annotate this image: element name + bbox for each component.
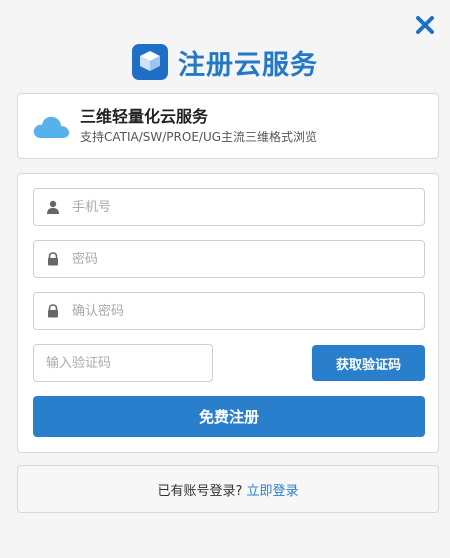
close-button[interactable] — [414, 14, 436, 36]
cloud-icon — [33, 116, 69, 138]
register-button[interactable]: 免费注册 — [33, 396, 425, 437]
dialog-header: 注册云服务 — [0, 42, 450, 82]
lock-icon — [48, 304, 58, 318]
cube-logo-icon — [140, 51, 160, 71]
lock-icon — [48, 252, 58, 266]
get-code-button[interactable]: 获取验证码 — [312, 345, 425, 381]
dialog-title: 注册云服务 — [178, 49, 318, 81]
verify-code-input[interactable] — [46, 348, 206, 378]
verify-code-field[interactable] — [33, 344, 213, 382]
password-field[interactable] — [33, 240, 425, 278]
password-input[interactable] — [72, 244, 412, 274]
confirm-password-field[interactable] — [33, 292, 425, 330]
service-banner: 三维轻量化云服务 支持CATIA/SW/PROE/UG主流三维格式浏览 — [17, 93, 439, 159]
register-form: 获取验证码 免费注册 — [17, 173, 439, 453]
user-icon — [47, 200, 59, 214]
login-footer: 已有账号登录? 立即登录 — [17, 465, 439, 513]
banner-subtitle: 支持CATIA/SW/PROE/UG主流三维格式浏览 — [80, 130, 318, 144]
login-prompt: 已有账号登录? — [157, 483, 243, 499]
phone-input[interactable] — [72, 192, 412, 222]
login-link[interactable]: 立即登录 — [246, 480, 298, 499]
confirm-password-input[interactable] — [72, 296, 412, 326]
close-icon — [416, 16, 434, 34]
banner-title: 三维轻量化云服务 — [80, 107, 209, 126]
app-logo — [132, 44, 168, 80]
phone-field[interactable] — [33, 188, 425, 226]
